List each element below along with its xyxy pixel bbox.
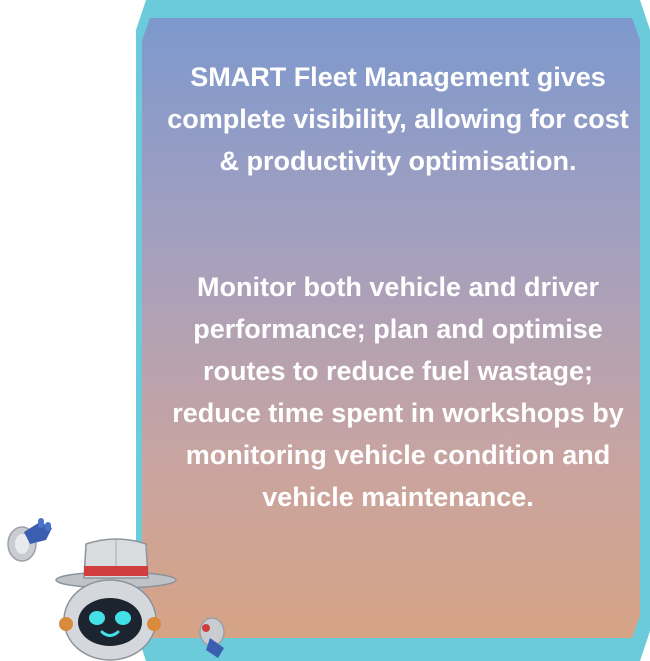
robot-head-icon [59,579,161,661]
detail-paragraph: Monitor both vehicle and driver performa… [172,272,624,512]
robot-hand-right-icon [199,617,225,658]
robot-hand-left-icon [7,518,52,562]
intro-paragraph: SMART Fleet Management gives complete vi… [167,62,629,176]
robot-mascot-icon [7,518,225,661]
